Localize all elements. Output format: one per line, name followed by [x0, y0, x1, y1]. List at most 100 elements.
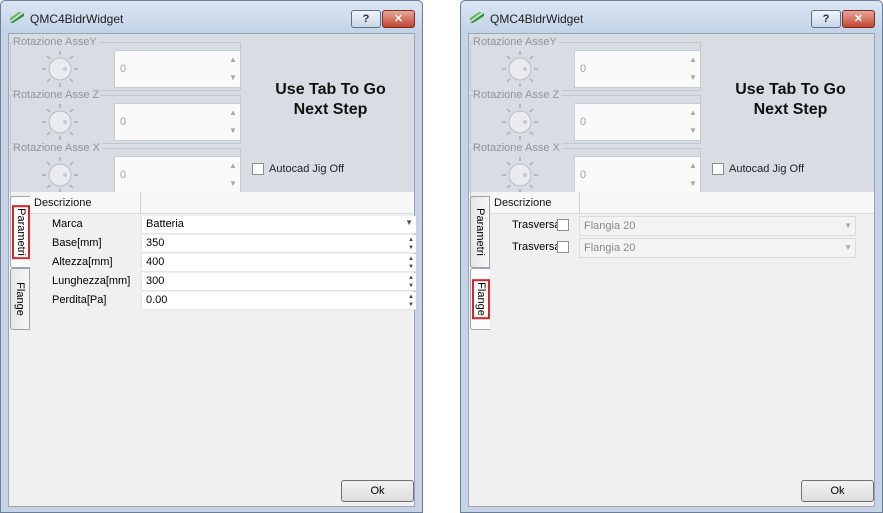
spin-down-arrow-icon[interactable]: ▼ [226, 175, 240, 193]
table-row: Marca Batteria ▼ [30, 216, 416, 234]
spin-up-arrow-icon[interactable]: ▲ [226, 157, 240, 175]
message-line-1: Use Tab To Go [735, 81, 846, 98]
lunghezza-spinbox[interactable]: 300 ▲ ▼ [141, 273, 416, 291]
table-row: Trasversale Flangia 20 ▼ [490, 238, 876, 259]
dropdown-arrow-icon[interactable]: ▼ [844, 243, 852, 252]
row-label: Marca [52, 218, 83, 230]
spin-down-arrow-icon[interactable]: ▼ [226, 69, 240, 87]
trasversale-checkbox[interactable] [557, 241, 569, 253]
spin-down-arrow-icon[interactable]: ▼ [408, 301, 414, 309]
help-button[interactable]: ? [351, 10, 381, 28]
spin-up-arrow-icon[interactable]: ▲ [226, 104, 240, 122]
group-rotazione-x: Rotazione Asse X 0 ▲ ▼ [470, 143, 701, 197]
spin-value: 0 [120, 116, 127, 128]
group-rotazione-x: Rotazione Asse X 0 ▲ ▼ [10, 143, 241, 197]
rotation-z-spinbox[interactable]: 0 ▲ ▼ [114, 103, 241, 141]
group-label: Rotazione Asse Z [473, 89, 562, 101]
table-row: Perdita[Pa] 0.00 ▲ ▼ [30, 292, 416, 310]
table-row: Altezza[mm] 400 ▲ ▼ [30, 254, 416, 272]
tab-flange[interactable]: Flange [10, 268, 30, 330]
tab-parametri[interactable]: Parametri [10, 196, 30, 268]
group-rotazione-z: Rotazione Asse Z 0 ▲ ▼ [10, 90, 241, 144]
spin-value: 0 [120, 63, 127, 75]
rotation-y-spinbox[interactable]: 0 ▲ ▼ [114, 50, 241, 88]
ok-button[interactable]: Ok [341, 480, 414, 502]
spin-up-arrow-icon[interactable]: ▲ [686, 157, 700, 175]
spin-up-arrow-icon[interactable]: ▲ [686, 104, 700, 122]
title-bar[interactable]: QMC4BldrWidget ? ✕ [461, 1, 882, 33]
row-label: Lunghezza[mm] [52, 275, 131, 287]
flangia-combobox[interactable]: Flangia 20 ▼ [579, 216, 856, 236]
spin-up-arrow-icon[interactable]: ▲ [226, 51, 240, 69]
rotation-panel: Rotazione AsseY 0 ▲ ▼ Rotazione Asse Z 0… [469, 34, 874, 197]
checkbox-label: Autocad Jig Off [729, 163, 805, 175]
parametri-panel: Descrizione Marca Batteria ▼ Base[mm] 35… [30, 192, 416, 488]
header-descrizione[interactable]: Descrizione [490, 192, 580, 214]
tab-label: Flange [14, 282, 26, 316]
spin-up-arrow-icon[interactable]: ▲ [408, 255, 414, 263]
spin-up-arrow-icon[interactable]: ▲ [686, 51, 700, 69]
field-value: Batteria [146, 218, 184, 230]
app-logo-icon [470, 12, 484, 23]
rotation-x-spinbox[interactable]: 0 ▲ ▼ [574, 156, 701, 194]
message-line-1: Use Tab To Go [275, 81, 386, 98]
group-rotazione-y: Rotazione AsseY 0 ▲ ▼ [10, 37, 241, 91]
tab-flange[interactable]: Flange [470, 268, 490, 330]
widget-window-parametri: QMC4BldrWidget ? ✕ Rotazione AsseY 0 ▲ ▼… [0, 0, 423, 513]
title-bar[interactable]: QMC4BldrWidget ? ✕ [1, 1, 422, 33]
help-button[interactable]: ? [811, 10, 841, 28]
widget-window-flange: QMC4BldrWidget ? ✕ Rotazione AsseY 0 ▲ ▼… [460, 0, 883, 513]
client-area: Rotazione AsseY 0 ▲ ▼ Rotazione Asse Z 0… [8, 33, 416, 507]
group-label: Rotazione Asse X [13, 142, 102, 154]
header-descrizione[interactable]: Descrizione [30, 192, 141, 214]
rotation-x-spinbox[interactable]: 0 ▲ ▼ [114, 156, 241, 194]
table-row: Trasversale Flangia 20 ▼ [490, 216, 876, 237]
dial-knob-icon[interactable] [501, 103, 539, 141]
row-label: Perdita[Pa] [52, 294, 107, 306]
field-value: 350 [146, 237, 165, 249]
dial-knob-icon[interactable] [501, 156, 539, 194]
instruction-message: Use Tab To Go Next Step [247, 80, 414, 120]
spin-up-arrow-icon[interactable]: ▲ [408, 293, 414, 301]
tab-label: Parametri [13, 196, 28, 268]
rotation-z-spinbox[interactable]: 0 ▲ ▼ [574, 103, 701, 141]
checkbox-label: Autocad Jig Off [269, 163, 345, 175]
dial-knob-icon[interactable] [501, 50, 539, 88]
dial-knob-icon[interactable] [41, 50, 79, 88]
column-header: Descrizione [490, 192, 874, 214]
close-button[interactable]: ✕ [382, 10, 415, 28]
spin-down-arrow-icon[interactable]: ▼ [226, 122, 240, 140]
dropdown-arrow-icon[interactable]: ▼ [844, 221, 852, 230]
table-row: Lunghezza[mm] 300 ▲ ▼ [30, 273, 416, 291]
spin-up-arrow-icon[interactable]: ▲ [408, 274, 414, 282]
vertical-tab-bar: Parametri Flange [10, 192, 30, 492]
spin-down-arrow-icon[interactable]: ▼ [686, 122, 700, 140]
checkbox-box[interactable] [252, 163, 264, 175]
rotation-y-spinbox[interactable]: 0 ▲ ▼ [574, 50, 701, 88]
spin-down-arrow-icon[interactable]: ▼ [686, 175, 700, 193]
checkbox-box[interactable] [712, 163, 724, 175]
dropdown-arrow-icon[interactable]: ▼ [405, 218, 413, 227]
group-label: Rotazione Asse Z [13, 89, 102, 101]
dial-knob-icon[interactable] [41, 156, 79, 194]
perdita-spinbox[interactable]: 0.00 ▲ ▼ [141, 292, 416, 310]
close-button[interactable]: ✕ [842, 10, 875, 28]
flangia-combobox[interactable]: Flangia 20 ▼ [579, 238, 856, 258]
base-spinbox[interactable]: 350 ▲ ▼ [141, 235, 416, 253]
spin-down-arrow-icon[interactable]: ▼ [408, 244, 414, 252]
group-rotazione-y: Rotazione AsseY 0 ▲ ▼ [470, 37, 701, 91]
spin-down-arrow-icon[interactable]: ▼ [408, 282, 414, 290]
spin-down-arrow-icon[interactable]: ▼ [686, 69, 700, 87]
window-title: QMC4BldrWidget [490, 12, 584, 26]
tab-parametri[interactable]: Parametri [470, 196, 490, 268]
instruction-message: Use Tab To Go Next Step [707, 80, 874, 120]
spin-up-arrow-icon[interactable]: ▲ [408, 236, 414, 244]
trasversale-checkbox[interactable] [557, 219, 569, 231]
spin-value: 0 [120, 169, 127, 181]
dial-knob-icon[interactable] [41, 103, 79, 141]
ok-button[interactable]: Ok [801, 480, 874, 502]
marca-combobox[interactable]: Batteria ▼ [141, 216, 416, 234]
flange-panel: Descrizione Trasversale Flangia 20 ▼ Tra… [490, 192, 874, 488]
spin-down-arrow-icon[interactable]: ▼ [408, 263, 414, 271]
altezza-spinbox[interactable]: 400 ▲ ▼ [141, 254, 416, 272]
